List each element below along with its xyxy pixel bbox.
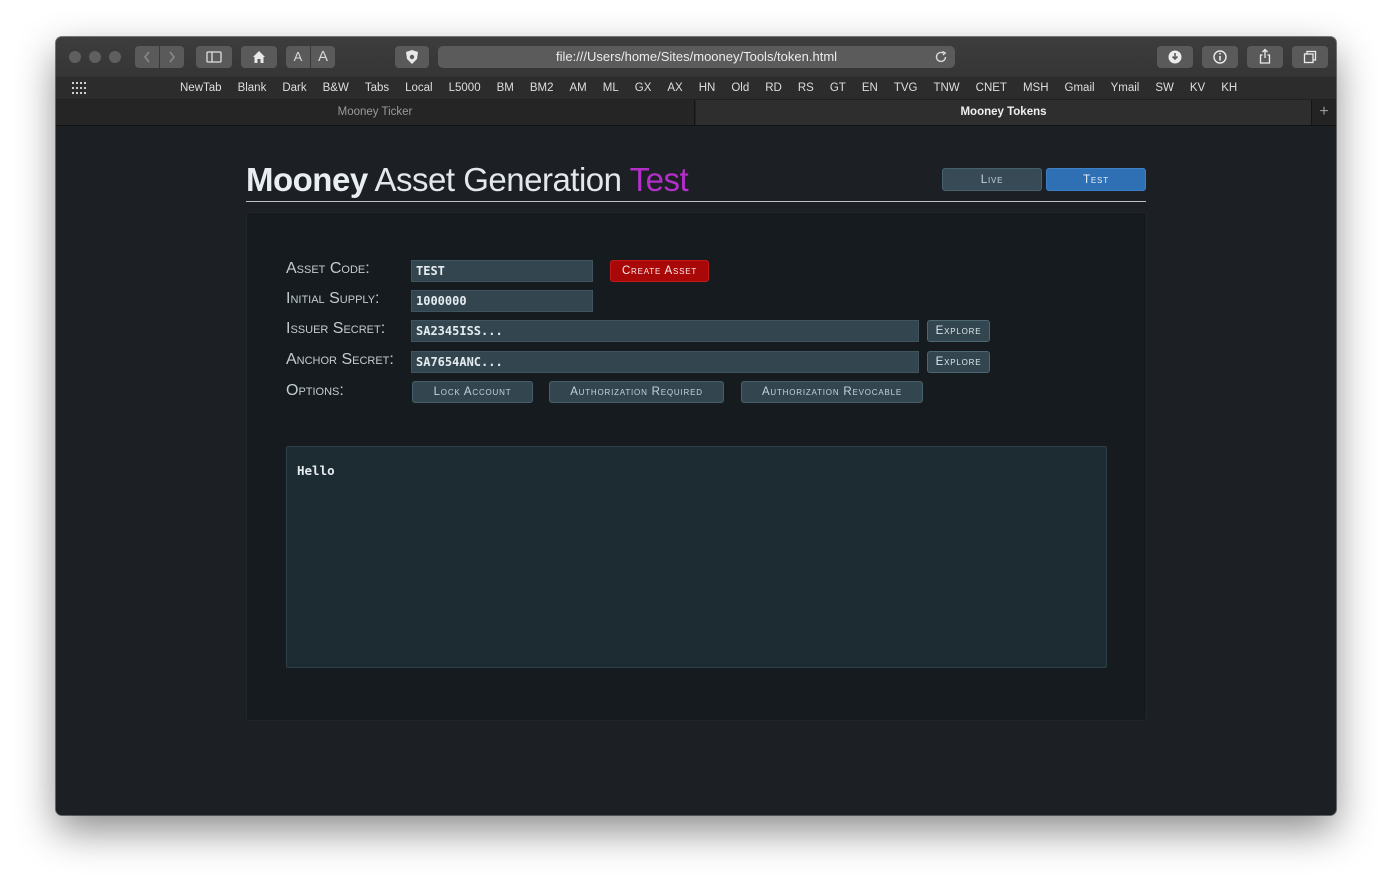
asset-code-input[interactable]: TEST (411, 260, 593, 282)
reload-icon[interactable] (933, 49, 949, 65)
tabs-icon (1303, 50, 1317, 64)
back-button[interactable] (135, 46, 159, 68)
text-larger-button[interactable]: A (311, 46, 335, 68)
shield-icon (406, 50, 418, 64)
page-content: Mooney Asset Generation Test Live Test A… (56, 126, 1336, 815)
browser-toolbar: A A file:///Users/home/Sites/mooney/Tool… (56, 37, 1336, 77)
text-smaller-button[interactable]: A (286, 46, 310, 68)
downloads-button[interactable] (1157, 46, 1193, 68)
bookmark-item[interactable]: Blank (238, 82, 267, 94)
bookmark-item[interactable]: AX (667, 82, 682, 94)
bookmark-item[interactable]: TVG (894, 82, 918, 94)
bookmark-item[interactable]: CNET (976, 82, 1007, 94)
bookmarks-list: NewTab Blank Dark B&W Tabs Local L5000 BM BM2 AM M… (180, 77, 1253, 99)
anchor-explore-button[interactable]: Explore (927, 351, 990, 373)
tab-mooney-ticker[interactable]: Mooney Ticker (56, 100, 695, 125)
bookmark-item[interactable]: NewTab (180, 82, 222, 94)
new-tab-button[interactable]: + (1311, 100, 1336, 125)
bookmark-item[interactable]: BM (497, 82, 514, 94)
page-title-env: Test (629, 161, 689, 198)
issuer-secret-input[interactable]: SA2345ISS... (411, 320, 919, 342)
bookmark-item[interactable]: TNW (933, 82, 959, 94)
share-button[interactable] (1247, 46, 1283, 68)
bookmark-item[interactable]: SW (1155, 82, 1174, 94)
home-icon (253, 51, 265, 63)
bookmark-item[interactable]: Tabs (365, 82, 389, 94)
asset-form-panel: Asset Code: TEST Create Asset Initial Su… (246, 212, 1147, 721)
bookmark-item[interactable]: Dark (282, 82, 306, 94)
bookmark-item[interactable]: L5000 (449, 82, 481, 94)
live-button[interactable]: Live (942, 168, 1042, 191)
bookmark-item[interactable]: MSH (1023, 82, 1049, 94)
bookmark-item[interactable]: ML (603, 82, 619, 94)
info-button[interactable] (1202, 46, 1238, 68)
bookmark-item[interactable]: EN (862, 82, 878, 94)
chevron-left-icon (143, 51, 150, 63)
lock-account-toggle[interactable]: Lock Account (412, 381, 533, 403)
forward-button[interactable] (160, 46, 184, 68)
bookmark-item[interactable]: Ymail (1111, 82, 1140, 94)
bookmarks-bar: NewTab Blank Dark B&W Tabs Local L5000 BM BM2 AM M… (56, 77, 1336, 100)
anchor-secret-label: Anchor Secret: (286, 351, 394, 368)
zoom-window-button[interactable] (109, 51, 121, 63)
bookmark-item[interactable]: RS (798, 82, 814, 94)
bookmark-item[interactable]: B&W (323, 82, 349, 94)
title-divider (246, 201, 1146, 202)
test-button[interactable]: Test (1046, 168, 1146, 191)
create-asset-button[interactable]: Create Asset (610, 260, 709, 282)
options-label: Options: (286, 382, 344, 399)
bookmark-item[interactable]: Gmail (1065, 82, 1095, 94)
bookmark-item[interactable]: BM2 (530, 82, 554, 94)
share-icon (1259, 48, 1271, 64)
sidebar-icon (206, 51, 222, 63)
bookmark-item[interactable]: AM (570, 82, 587, 94)
authorization-required-toggle[interactable]: Authorization Required (549, 381, 724, 403)
address-bar[interactable]: file:///Users/home/Sites/mooney/Tools/to… (438, 46, 955, 68)
address-text: file:///Users/home/Sites/mooney/Tools/to… (555, 49, 838, 64)
home-button[interactable] (241, 46, 277, 68)
anchor-secret-input[interactable]: SA7654ANC... (411, 351, 919, 373)
grid-icon[interactable] (72, 82, 87, 95)
bookmark-item[interactable]: Old (731, 82, 749, 94)
download-icon (1168, 50, 1182, 64)
bookmark-item[interactable]: KV (1190, 82, 1205, 94)
bookmark-item[interactable]: GX (635, 82, 652, 94)
page-title-main: Asset Generation (374, 161, 622, 198)
extension-button[interactable] (395, 46, 429, 68)
tab-mooney-tokens[interactable]: Mooney Tokens (696, 100, 1311, 125)
initial-supply-input[interactable]: 1000000 (411, 290, 593, 312)
bookmark-item[interactable]: KH (1221, 82, 1237, 94)
output-log[interactable]: Hello (286, 446, 1107, 668)
browser-window: A A file:///Users/home/Sites/mooney/Tool… (56, 37, 1336, 815)
tab-overview-button[interactable] (1292, 46, 1328, 68)
sidebar-toggle-button[interactable] (196, 46, 232, 68)
chevron-right-icon (169, 51, 176, 63)
issuer-explore-button[interactable]: Explore (927, 320, 990, 342)
asset-code-label: Asset Code: (286, 260, 370, 277)
issuer-secret-label: Issuer Secret: (286, 320, 386, 337)
tab-bar: Mooney Ticker Mooney Tokens + (56, 100, 1336, 126)
page-title-brand: Mooney (246, 161, 368, 198)
bookmark-item[interactable]: Local (405, 82, 433, 94)
initial-supply-label: Initial Supply: (286, 290, 380, 307)
bookmark-item[interactable]: HN (699, 82, 716, 94)
info-icon (1213, 50, 1227, 64)
authorization-revocable-toggle[interactable]: Authorization Revocable (741, 381, 923, 403)
bookmark-item[interactable]: GT (830, 82, 846, 94)
minimize-window-button[interactable] (89, 51, 101, 63)
bookmark-item[interactable]: RD (765, 82, 782, 94)
page-title: Mooney Asset Generation Test (246, 161, 689, 199)
close-window-button[interactable] (69, 51, 81, 63)
